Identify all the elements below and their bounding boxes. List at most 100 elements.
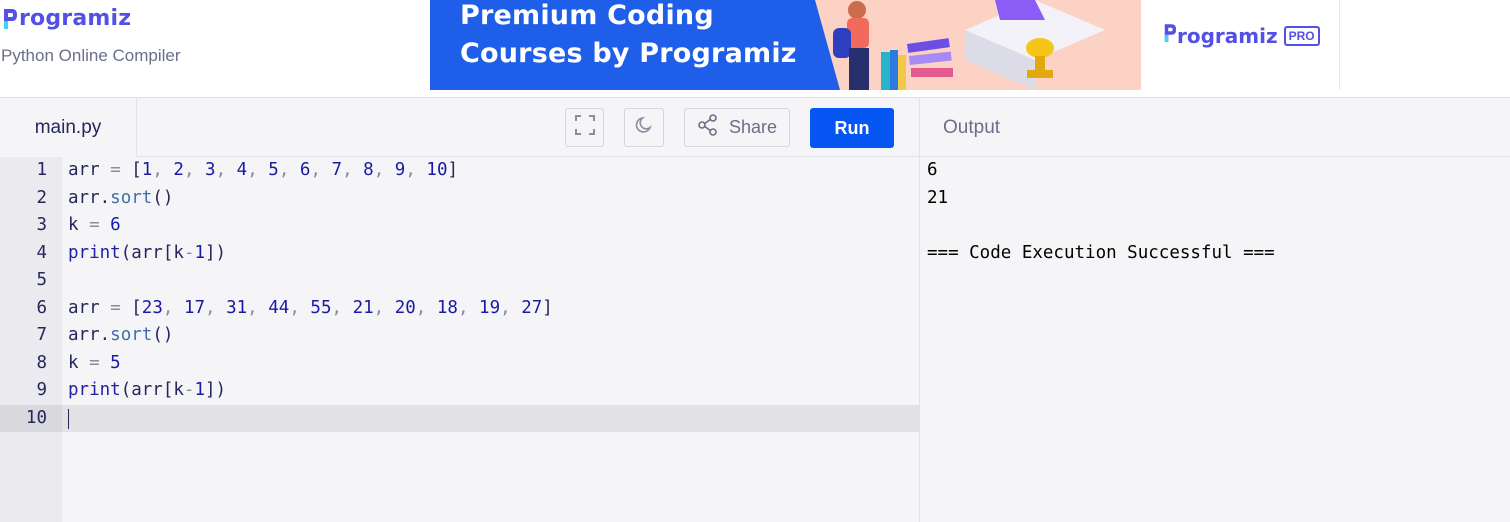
code-text: k = 5: [68, 350, 121, 378]
banner-illustration: [815, 0, 1141, 90]
code-line[interactable]: 4 print(arr[k-1]): [0, 240, 919, 268]
code-token: 4: [236, 160, 248, 180]
code-line[interactable]: 5: [0, 267, 919, 295]
code-token: [: [120, 160, 142, 180]
output-line: 6: [927, 160, 938, 180]
programiz-pro-logo-icon: [1163, 22, 1177, 49]
code-token: ,: [331, 297, 353, 318]
output-line: === Code Execution Successful ===: [927, 242, 1275, 263]
code-lines[interactable]: 1 arr = [1, 2, 3, 4, 5, 6, 7, 8, 9, 10] 2 a…: [0, 157, 919, 432]
code-token: 5: [110, 352, 121, 373]
code-text: arr.sort(): [68, 185, 173, 213]
code-token: (): [152, 187, 174, 208]
code-token: =: [110, 160, 121, 180]
code-token: 5: [268, 160, 279, 180]
line-number: 1: [36, 160, 47, 180]
code-token: print: [68, 242, 121, 263]
code-token: 19: [479, 297, 501, 318]
code-token: ,: [152, 160, 174, 180]
pro-badge: PRO: [1283, 25, 1320, 46]
share-icon: [697, 114, 719, 141]
code-token: arr: [68, 160, 111, 180]
line-number: 6: [36, 297, 47, 318]
line-number: 8: [36, 352, 47, 373]
theme-toggle-button[interactable]: [624, 108, 664, 147]
editor-toolbar: main.py Share Run Output: [0, 97, 1510, 157]
line-number: 9: [36, 380, 47, 400]
code-line[interactable]: 1 arr = [1, 2, 3, 4, 5, 6, 7, 8, 9, 10]: [0, 157, 919, 185]
code-token: 20: [394, 297, 416, 318]
code-token: ,: [373, 297, 395, 318]
code-token: 55: [310, 297, 332, 318]
logo-text: rogramiz: [19, 6, 132, 31]
banner-headline-1: Premium Coding: [460, 0, 714, 31]
code-token: 3: [205, 160, 216, 180]
output-line: 21: [927, 187, 949, 208]
output-tab: Output: [919, 98, 1510, 157]
code-line[interactable]: 9 print(arr[k-1]): [0, 377, 919, 405]
code-token: ,: [183, 160, 206, 180]
line-number: 4: [36, 242, 47, 263]
code-token: (arr[k: [120, 242, 184, 263]
line-number: 2: [36, 187, 47, 208]
page-subtitle: Python Online Compiler: [1, 46, 181, 65]
code-token: =: [89, 215, 100, 235]
text-cursor: [68, 408, 69, 429]
code-token: 31: [226, 297, 248, 318]
code-token: 1: [194, 380, 205, 400]
code-token: -: [183, 380, 195, 400]
code-token: print: [68, 380, 121, 400]
code-line[interactable]: 6 arr = [23, 17, 31, 44, 55, 21, 20, 18, …: [0, 295, 919, 323]
file-tab-main-py[interactable]: main.py: [0, 98, 137, 157]
run-button[interactable]: Run: [810, 108, 894, 148]
line-number: 3: [36, 215, 47, 235]
programiz-logo-icon: [2, 7, 18, 31]
code-line[interactable]: 3 k = 6: [0, 212, 919, 240]
line-number: 7: [36, 325, 47, 345]
code-token: (): [152, 325, 174, 345]
banner-pro-panel: rogramiz PRO: [1141, 0, 1339, 90]
code-token: ,: [278, 160, 300, 180]
pro-logo-text: rogramiz: [1177, 23, 1278, 48]
code-text: print(arr[k-1]): [68, 240, 226, 268]
code-token: ,: [289, 297, 311, 318]
code-token: ,: [247, 160, 269, 180]
code-token: arr: [68, 297, 111, 318]
code-token: ,: [247, 297, 269, 318]
code-token: ]: [542, 297, 553, 318]
code-token: ,: [457, 297, 480, 318]
code-token: 7: [331, 160, 343, 180]
code-token: 6: [299, 160, 311, 180]
code-token: ,: [205, 297, 227, 318]
programiz-logo[interactable]: rogramiz: [2, 6, 131, 31]
code-token: =: [110, 297, 121, 318]
code-token: arr.: [68, 187, 111, 208]
code-token: [: [120, 297, 142, 318]
code-token: sort: [110, 325, 153, 345]
code-token: k: [68, 352, 90, 373]
code-token: ,: [310, 160, 332, 180]
code-editor[interactable]: 1 arr = [1, 2, 3, 4, 5, 6, 7, 8, 9, 10] 2 a…: [0, 157, 919, 522]
code-token: =: [89, 352, 100, 373]
code-token: arr.: [68, 325, 111, 345]
code-token: sort: [110, 187, 153, 208]
code-line[interactable]: 10: [0, 404, 919, 432]
promo-banner[interactable]: Premium Coding Courses by Programiz rogr…: [430, 0, 1340, 90]
code-token: 1: [141, 160, 153, 180]
code-line[interactable]: 2 arr.sort(): [0, 185, 919, 213]
banner-headline-2: Courses by Programiz: [460, 38, 797, 69]
code-token: ,: [373, 160, 395, 180]
code-token: k: [68, 215, 90, 235]
code-line[interactable]: 8k = 5: [0, 350, 919, 378]
fullscreen-button[interactable]: [565, 108, 604, 147]
code-token: 8: [363, 160, 374, 180]
code-token: 27: [521, 297, 543, 318]
share-button[interactable]: Share: [684, 108, 790, 147]
moon-icon: [634, 115, 654, 140]
code-token: 23: [141, 297, 163, 318]
code-line[interactable]: 7 arr.sort(): [0, 322, 919, 350]
code-token: 10: [426, 160, 448, 180]
fullscreen-icon: [574, 114, 596, 141]
